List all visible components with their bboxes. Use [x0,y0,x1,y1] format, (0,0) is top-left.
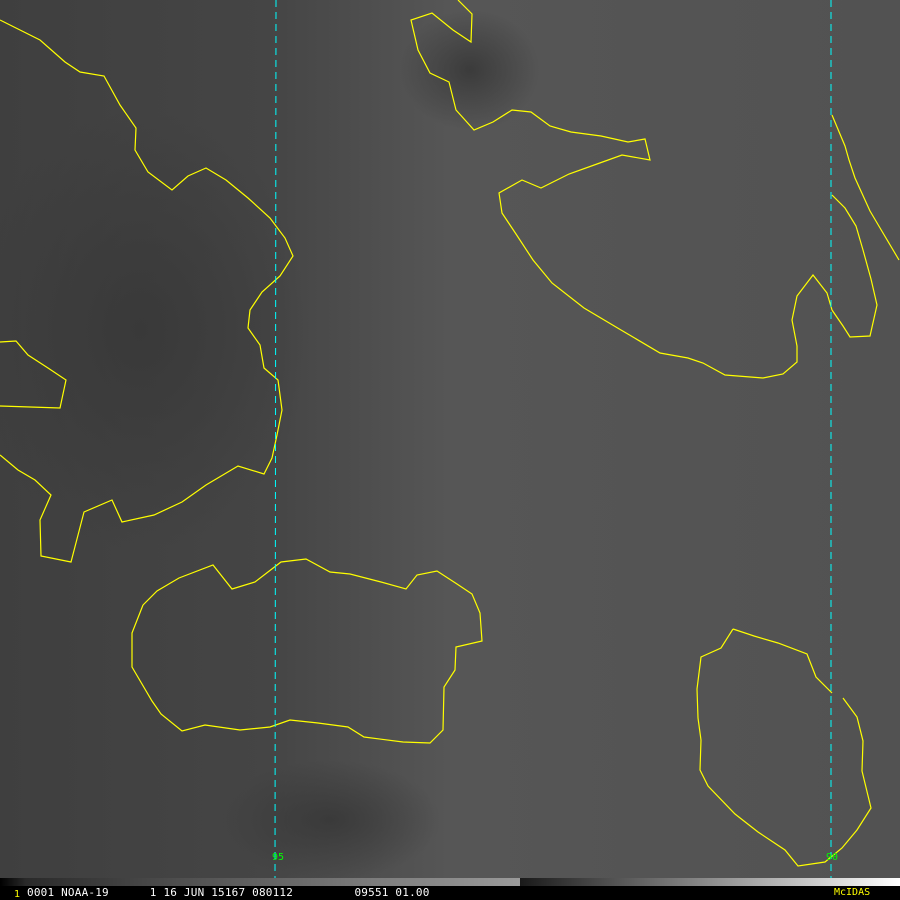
satellite-image-viewport[interactable]: 95 90 [0,0,900,900]
meridian-label: 95 [272,852,284,863]
color-bar [520,878,900,886]
image-shading [220,760,440,880]
frame-number: 1 [14,889,21,900]
image-shading [400,10,540,130]
meridian-label: 90 [826,852,838,863]
satellite-image: 95 90 [0,0,900,880]
brand-label: McIDAS [834,887,871,898]
color-bar [0,878,520,886]
status-text: 0001 NOAA-19 1 16 JUN 15167 080112 09551… [27,886,430,899]
